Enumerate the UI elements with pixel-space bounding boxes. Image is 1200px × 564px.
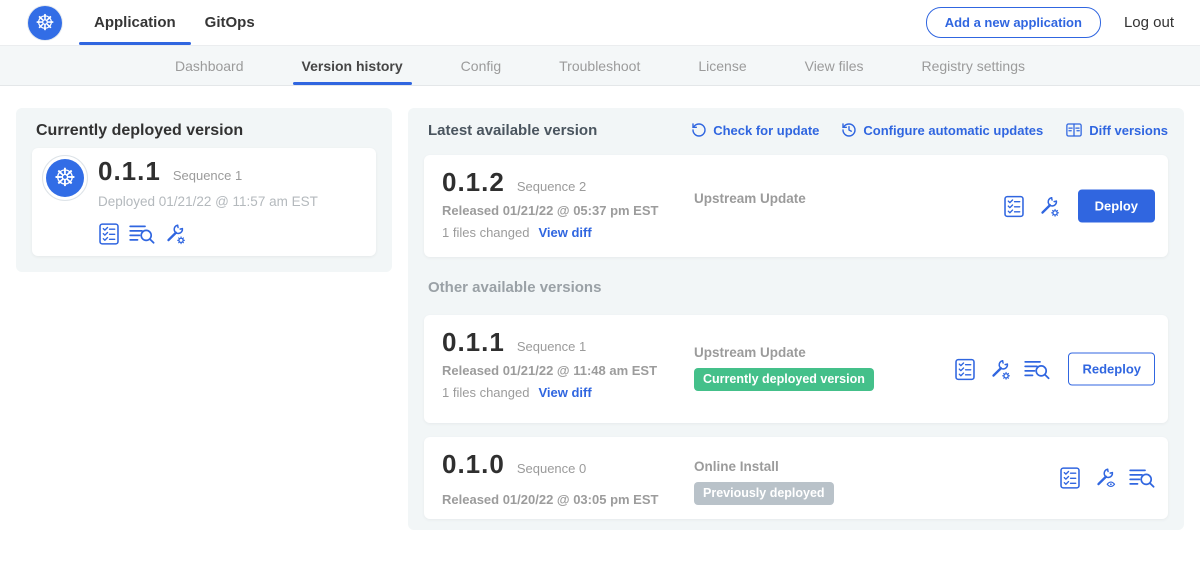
tab-config-label: Config (461, 58, 501, 74)
version-row-012: 0.1.2 Sequence 2 Released 01/21/22 @ 05:… (424, 155, 1168, 257)
version-row-actions (1059, 467, 1155, 489)
version-history-panel: Latest available version Check for updat… (408, 108, 1184, 530)
version-source: Online Install Previously deployed (694, 459, 834, 505)
tab-license-label: License (698, 58, 746, 74)
version-row-010: 0.1.0 Sequence 0 Released 01/20/22 @ 03:… (424, 437, 1168, 519)
config-wrench-gear-icon[interactable] (989, 358, 1011, 380)
files-changed-line: 1 files changed View diff (442, 385, 657, 400)
config-wrench-eye-icon[interactable] (1094, 467, 1116, 489)
files-changed-label: 1 files changed (442, 225, 529, 240)
app-tabs: Application GitOps (93, 0, 256, 45)
tab-version-history[interactable]: Version history (302, 46, 403, 85)
version-info: 0.1.0 Sequence 0 Released 01/20/22 @ 03:… (442, 449, 658, 507)
helm-wheel-glyph: ☸ (54, 166, 76, 191)
currently-deployed-badge: Currently deployed version (694, 368, 874, 391)
check-for-update-link[interactable]: Check for update (691, 122, 819, 138)
source-label: Upstream Update (694, 191, 806, 206)
version-row-011: 0.1.1 Sequence 1 Released 01/21/22 @ 11:… (424, 315, 1168, 423)
tab-gitops-label: GitOps (205, 14, 255, 31)
sequence-label: Sequence 1 (517, 339, 586, 354)
view-diff-link[interactable]: View diff (538, 385, 591, 400)
tab-registry-settings[interactable]: Registry settings (922, 46, 1025, 85)
released-timestamp: Released 01/21/22 @ 11:48 am EST (442, 363, 657, 378)
currently-deployed-panel: Currently deployed version ☸ 0.1.1 Seque… (16, 108, 392, 272)
view-logs-icon[interactable] (129, 223, 155, 245)
tab-view-files[interactable]: View files (805, 46, 864, 85)
deploy-button[interactable]: Deploy (1078, 190, 1155, 223)
deployed-version-number: 0.1.1 (98, 156, 161, 187)
diff-columns-icon (1065, 121, 1083, 139)
kubernetes-helm-icon: ☸ (46, 159, 84, 197)
tab-troubleshoot[interactable]: Troubleshoot (559, 46, 640, 85)
currently-deployed-card: ☸ 0.1.1 Sequence 1 Deployed 01/21/22 @ 1… (32, 148, 376, 256)
app-sub-nav: Dashboard Version history Config Trouble… (0, 46, 1200, 86)
kubernetes-logo-icon: ☸ (28, 6, 62, 40)
version-number: 0.1.2 (442, 167, 505, 198)
version-info: 0.1.2 Sequence 2 Released 01/21/22 @ 05:… (442, 167, 658, 240)
source-label: Upstream Update (694, 345, 874, 360)
tab-version-history-label: Version history (302, 58, 403, 74)
configure-automatic-updates-label: Configure automatic updates (863, 123, 1043, 138)
released-timestamp: Released 01/21/22 @ 05:37 pm EST (442, 203, 658, 218)
deployed-timestamp: Deployed 01/21/22 @ 11:57 am EST (98, 194, 318, 209)
version-info: 0.1.1 Sequence 1 Released 01/21/22 @ 11:… (442, 327, 657, 400)
tab-application[interactable]: Application (93, 0, 177, 45)
released-timestamp: Released 01/20/22 @ 03:05 pm EST (442, 492, 658, 507)
latest-version-header: Latest available version Check for updat… (428, 121, 1168, 139)
top-nav: ☸ Application GitOps Add a new applicati… (0, 0, 1200, 46)
config-wrench-gear-icon[interactable] (164, 223, 186, 245)
tab-dashboard[interactable]: Dashboard (175, 46, 244, 85)
previously-deployed-badge: Previously deployed (694, 482, 834, 505)
version-source: Upstream Update Currently deployed versi… (694, 345, 874, 391)
diff-versions-label: Diff versions (1089, 123, 1168, 138)
version-row-actions: Deploy (1003, 190, 1155, 223)
tab-application-label: Application (94, 14, 176, 31)
logout-button[interactable]: Log out (1124, 14, 1174, 31)
check-for-update-label: Check for update (713, 123, 819, 138)
redeploy-button[interactable]: Redeploy (1068, 353, 1155, 386)
helm-wheel-glyph: ☸ (35, 12, 55, 34)
deployed-sequence-label: Sequence 1 (173, 168, 242, 183)
tab-registry-settings-label: Registry settings (922, 58, 1025, 74)
tab-troubleshoot-label: Troubleshoot (559, 58, 640, 74)
version-number: 0.1.1 (442, 327, 505, 358)
files-changed-label: 1 files changed (442, 385, 529, 400)
latest-version-title: Latest available version (428, 122, 597, 139)
diff-versions-link[interactable]: Diff versions (1065, 121, 1168, 139)
source-label: Online Install (694, 459, 834, 474)
files-changed-line: 1 files changed View diff (442, 225, 658, 240)
release-notes-icon[interactable] (98, 223, 120, 245)
configure-automatic-updates-link[interactable]: Configure automatic updates (841, 122, 1043, 138)
refresh-icon (691, 122, 707, 138)
sequence-label: Sequence 2 (517, 179, 586, 194)
other-versions-title: Other available versions (428, 279, 601, 296)
view-diff-link[interactable]: View diff (538, 225, 591, 240)
release-notes-icon[interactable] (1059, 467, 1081, 489)
version-actions: Check for update Configure automatic upd… (691, 121, 1168, 139)
app-icon: ☸ (42, 155, 88, 201)
deployed-version-line: 0.1.1 Sequence 1 (98, 156, 242, 187)
version-source: Upstream Update (694, 191, 806, 206)
version-row-actions: Redeploy (954, 353, 1155, 386)
view-logs-icon[interactable] (1129, 467, 1155, 489)
tab-gitops[interactable]: GitOps (204, 0, 256, 45)
tab-view-files-label: View files (805, 58, 864, 74)
kots-admin-console: ☸ Application GitOps Add a new applicati… (0, 0, 1200, 564)
view-logs-icon[interactable] (1024, 358, 1050, 380)
add-application-button[interactable]: Add a new application (926, 7, 1101, 38)
deployed-card-actions (98, 223, 186, 245)
release-notes-icon[interactable] (1003, 195, 1025, 217)
schedule-history-icon (841, 122, 857, 138)
config-wrench-gear-icon[interactable] (1038, 195, 1060, 217)
currently-deployed-title: Currently deployed version (36, 122, 243, 140)
top-nav-right: Add a new application Log out (926, 7, 1174, 38)
tab-license[interactable]: License (698, 46, 746, 85)
tab-config[interactable]: Config (461, 46, 501, 85)
tab-dashboard-label: Dashboard (175, 58, 244, 74)
sequence-label: Sequence 0 (517, 461, 586, 476)
version-number: 0.1.0 (442, 449, 505, 480)
release-notes-icon[interactable] (954, 358, 976, 380)
